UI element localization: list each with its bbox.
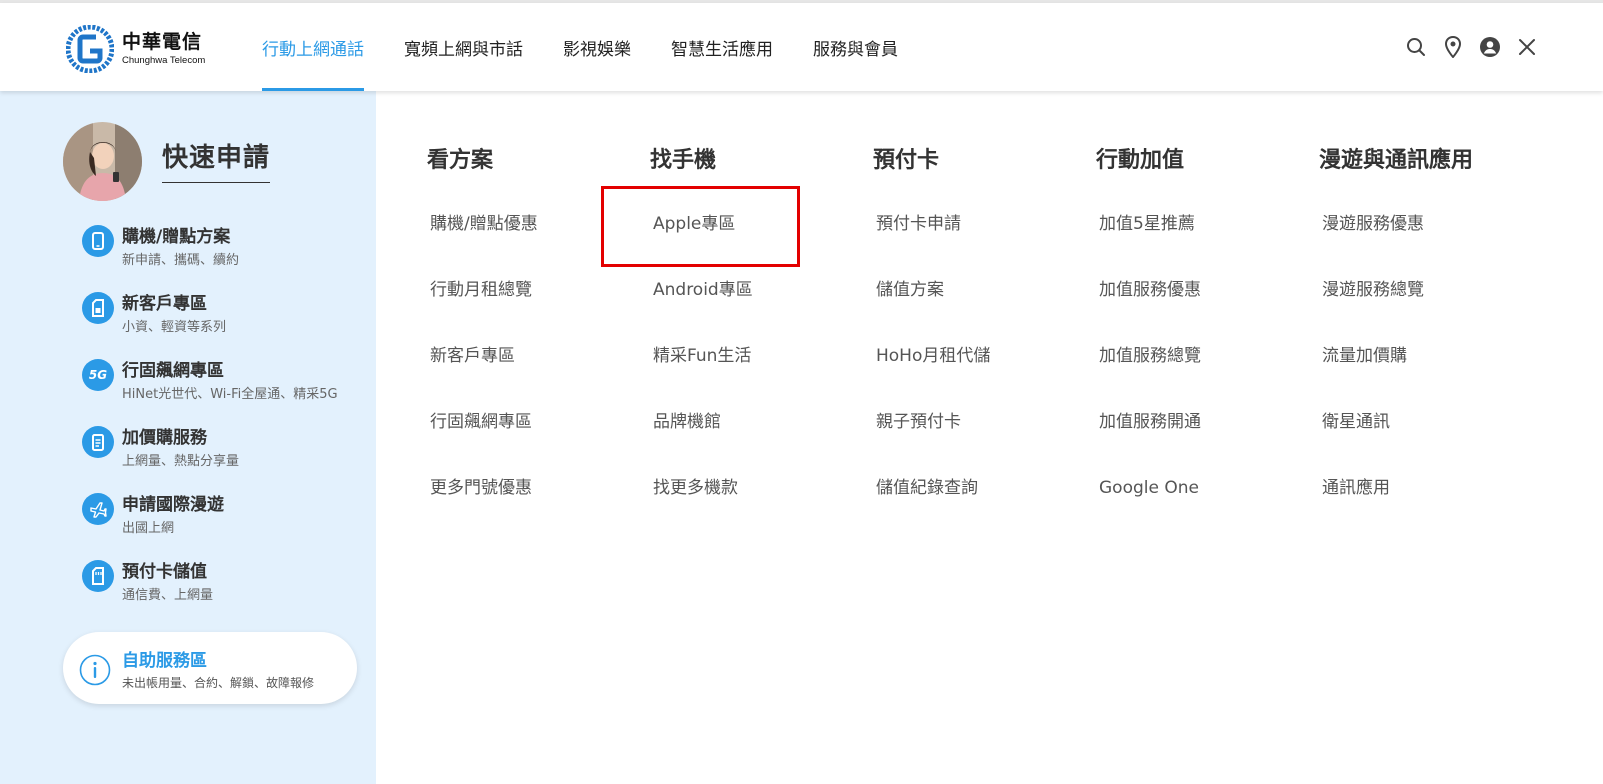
menu-link[interactable]: 儲值方案	[873, 280, 1083, 346]
quick-apply-sub: 新申請、攜碼、續約	[122, 253, 240, 268]
menu-column-prepaid: 預付卡 預付卡申請 儲值方案 HoHo月租代儲 親子預付卡 儲值紀錄查詢	[873, 145, 1083, 544]
brand-name-zh: 中華電信	[122, 30, 203, 53]
sim-card-icon	[82, 292, 114, 324]
menu-link[interactable]: 行動月租總覽	[427, 280, 637, 346]
nav-entertainment[interactable]: 影視娛樂	[563, 3, 631, 91]
search-icon[interactable]	[1404, 35, 1428, 59]
menu-link[interactable]: 找更多機款	[650, 478, 860, 544]
close-icon[interactable]	[1515, 35, 1539, 59]
user-account-icon[interactable]	[1478, 35, 1502, 59]
phone-icon	[82, 225, 114, 257]
quick-apply-sub: 上網量、熱點分享量	[122, 454, 240, 469]
menu-heading: 漫遊與通訊應用	[1319, 148, 1474, 173]
quick-apply-label: 申請國際漫遊	[122, 495, 224, 515]
menu-heading: 行動加值	[1096, 148, 1185, 173]
quick-apply-roaming[interactable]: 申請國際漫遊 出國上網	[82, 490, 372, 557]
quick-apply-label: 加價購服務	[122, 428, 207, 448]
menu-heading: 找手機	[650, 148, 717, 173]
menu-link[interactable]: HoHo月租代儲	[873, 346, 1083, 412]
menu-link[interactable]: 漫遊服務優惠	[1319, 214, 1529, 280]
quick-apply-label: 預付卡儲值	[122, 562, 207, 582]
quick-apply-list: 購機/贈點方案 新申請、攜碼、續約 新客戶專區 小資、輕資等系列 5G 行固飆網…	[82, 222, 372, 624]
menu-link[interactable]: 親子預付卡	[873, 412, 1083, 478]
menu-link[interactable]: 精采Fun生活	[650, 346, 860, 412]
avatar	[63, 122, 142, 201]
menu-link[interactable]: 行固飆網專區	[427, 412, 637, 478]
menu-link[interactable]: 預付卡申請	[873, 214, 1083, 280]
self-service-button[interactable]: 自助服務區 未出帳用量、合約、解鎖、故障報修	[63, 632, 357, 704]
quick-apply-sub: 出國上網	[122, 521, 175, 536]
menu-link[interactable]: 新客戶專區	[427, 346, 637, 412]
quick-apply-label: 行固飆網專區	[122, 361, 224, 381]
nav-smart-living[interactable]: 智慧生活應用	[671, 3, 773, 91]
menu-heading: 看方案	[427, 148, 494, 173]
quick-apply-device-plans[interactable]: 購機/贈點方案 新申請、攜碼、續約	[82, 222, 372, 289]
quick-apply-sub: 通信費、上網量	[122, 588, 214, 603]
menu-column-value-added: 行動加值 加值5星推薦 加值服務優惠 加值服務總覽 加值服務開通 Google …	[1096, 145, 1306, 544]
nav-broadband[interactable]: 寬頻上網與市話	[404, 3, 523, 91]
info-icon	[79, 654, 111, 686]
site-header: 中華電信 Chunghwa Telecom 行動上網通話 寬頻上網與市話 影視娛…	[0, 3, 1603, 91]
menu-link[interactable]: 衛星通訊	[1319, 412, 1529, 478]
menu-link[interactable]: 加值5星推薦	[1096, 214, 1306, 280]
quick-apply-sub: HiNet光世代、Wi-Fi全屋通、精采5G	[122, 387, 338, 402]
menu-link[interactable]: 流量加價購	[1319, 346, 1529, 412]
menu-link[interactable]: 加值服務總覽	[1096, 346, 1306, 412]
menu-link[interactable]: Android專區	[650, 280, 860, 346]
quick-apply-prepaid-topup[interactable]: 預付卡儲值 通信費、上網量	[82, 557, 372, 624]
header-tools	[1391, 35, 1539, 59]
clipboard-icon	[82, 426, 114, 458]
menu-heading: 預付卡	[873, 148, 940, 173]
prepaid-card-icon	[82, 560, 114, 592]
quick-apply-5g-zone[interactable]: 5G 行固飆網專區 HiNet光世代、Wi-Fi全屋通、精采5G	[82, 356, 372, 423]
airplane-icon	[82, 493, 114, 525]
chunghwa-logo-icon	[66, 25, 114, 73]
self-service-sub: 未出帳用量、合約、解鎖、故障報修	[122, 676, 315, 690]
menu-link[interactable]: Google One	[1096, 478, 1306, 544]
menu-link[interactable]: 加值服務開通	[1096, 412, 1306, 478]
nav-mobile[interactable]: 行動上網通話	[262, 3, 364, 91]
quick-apply-label: 新客戶專區	[122, 294, 207, 314]
quick-apply-label: 購機/贈點方案	[122, 227, 231, 247]
quick-apply-sub: 小資、輕資等系列	[122, 320, 227, 335]
main-nav: 行動上網通話 寬頻上網與市話 影視娛樂 智慧生活應用 服務與會員	[262, 3, 938, 91]
menu-column-plans: 看方案 購機/贈點優惠 行動月租總覽 新客戶專區 行固飆網專區 更多門號優惠	[427, 145, 637, 544]
menu-link[interactable]: 購機/贈點優惠	[427, 214, 637, 280]
menu-link[interactable]: 通訊應用	[1319, 478, 1529, 544]
quick-apply-title: 快速申請	[162, 137, 271, 183]
menu-link[interactable]: 加值服務優惠	[1096, 280, 1306, 346]
menu-link[interactable]: 品牌機館	[650, 412, 860, 478]
quick-apply-sidebar: 快速申請 購機/贈點方案 新申請、攜碼、續約 新客戶專區 小資、輕資等系列 5G…	[0, 91, 376, 784]
brand-logo[interactable]: 中華電信 Chunghwa Telecom	[66, 24, 205, 74]
menu-column-phones: 找手機 Apple專區 Android專區 精采Fun生活 品牌機館 找更多機款	[650, 145, 860, 544]
quick-apply-add-on[interactable]: 加價購服務 上網量、熱點分享量	[82, 423, 372, 490]
self-service-title: 自助服務區	[122, 651, 207, 671]
5g-icon: 5G	[82, 359, 114, 391]
menu-column-roaming: 漫遊與通訊應用 漫遊服務優惠 漫遊服務總覽 流量加價購 衛星通訊 通訊應用	[1319, 145, 1529, 544]
menu-link[interactable]: 漫遊服務總覽	[1319, 280, 1529, 346]
quick-apply-new-customer[interactable]: 新客戶專區 小資、輕資等系列	[82, 289, 372, 356]
menu-link[interactable]: 儲值紀錄查詢	[873, 478, 1083, 544]
menu-link-apple-zone[interactable]: Apple專區	[650, 214, 860, 280]
location-pin-icon[interactable]	[1441, 35, 1465, 59]
menu-link[interactable]: 更多門號優惠	[427, 478, 637, 544]
nav-service-member[interactable]: 服務與會員	[813, 3, 898, 91]
brand-name-en: Chunghwa Telecom	[122, 54, 206, 66]
